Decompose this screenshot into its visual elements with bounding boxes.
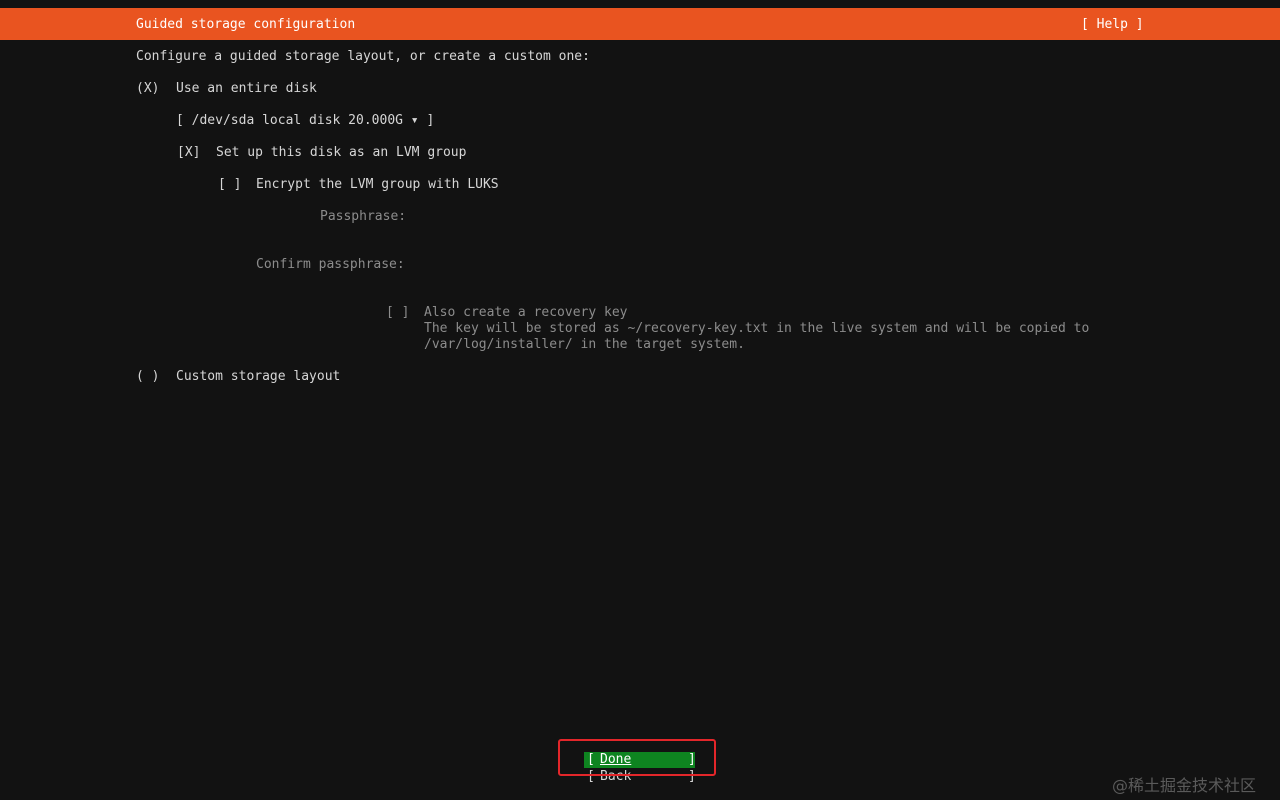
- lvm-label: Set up this disk as an LVM group: [216, 145, 467, 160]
- disk-select-dropdown[interactable]: [ /dev/sda local disk 20.000G ▾ ]: [176, 113, 434, 129]
- custom-layout-label: Custom storage layout: [176, 369, 341, 384]
- passphrase-label: Passphrase:: [320, 209, 407, 224]
- recovery-key-checkbox[interactable]: [ ]: [386, 305, 409, 321]
- custom-layout-radio[interactable]: ( ): [136, 369, 159, 385]
- intro-text: Configure a guided storage layout, or cr…: [136, 49, 590, 64]
- luks-checkbox[interactable]: [ ]: [218, 177, 241, 193]
- entire-disk-radio[interactable]: (X): [136, 81, 159, 97]
- watermark: @稀土掘金技术社区: [1112, 776, 1257, 795]
- header-bar: Guided storage configuration [ Help ]: [0, 8, 1280, 40]
- confirm-passphrase-label: Confirm passphrase:: [256, 257, 405, 272]
- confirm-passphrase-field[interactable]: [424, 257, 824, 273]
- recovery-key-label: Also create a recovery key: [424, 305, 628, 320]
- passphrase-field[interactable]: [424, 209, 824, 225]
- done-highlight-box: [558, 739, 716, 776]
- entire-disk-label: Use an entire disk: [176, 81, 317, 96]
- recovery-key-desc-line1: The key will be stored as ~/recovery-key…: [424, 321, 1090, 336]
- page-title: Guided storage configuration: [136, 17, 356, 32]
- luks-label: Encrypt the LVM group with LUKS: [256, 177, 499, 192]
- recovery-key-desc-line2: /var/log/installer/ in the target system…: [424, 337, 745, 352]
- help-button[interactable]: [ Help ]: [1081, 17, 1144, 33]
- lvm-checkbox[interactable]: [X]: [177, 145, 200, 161]
